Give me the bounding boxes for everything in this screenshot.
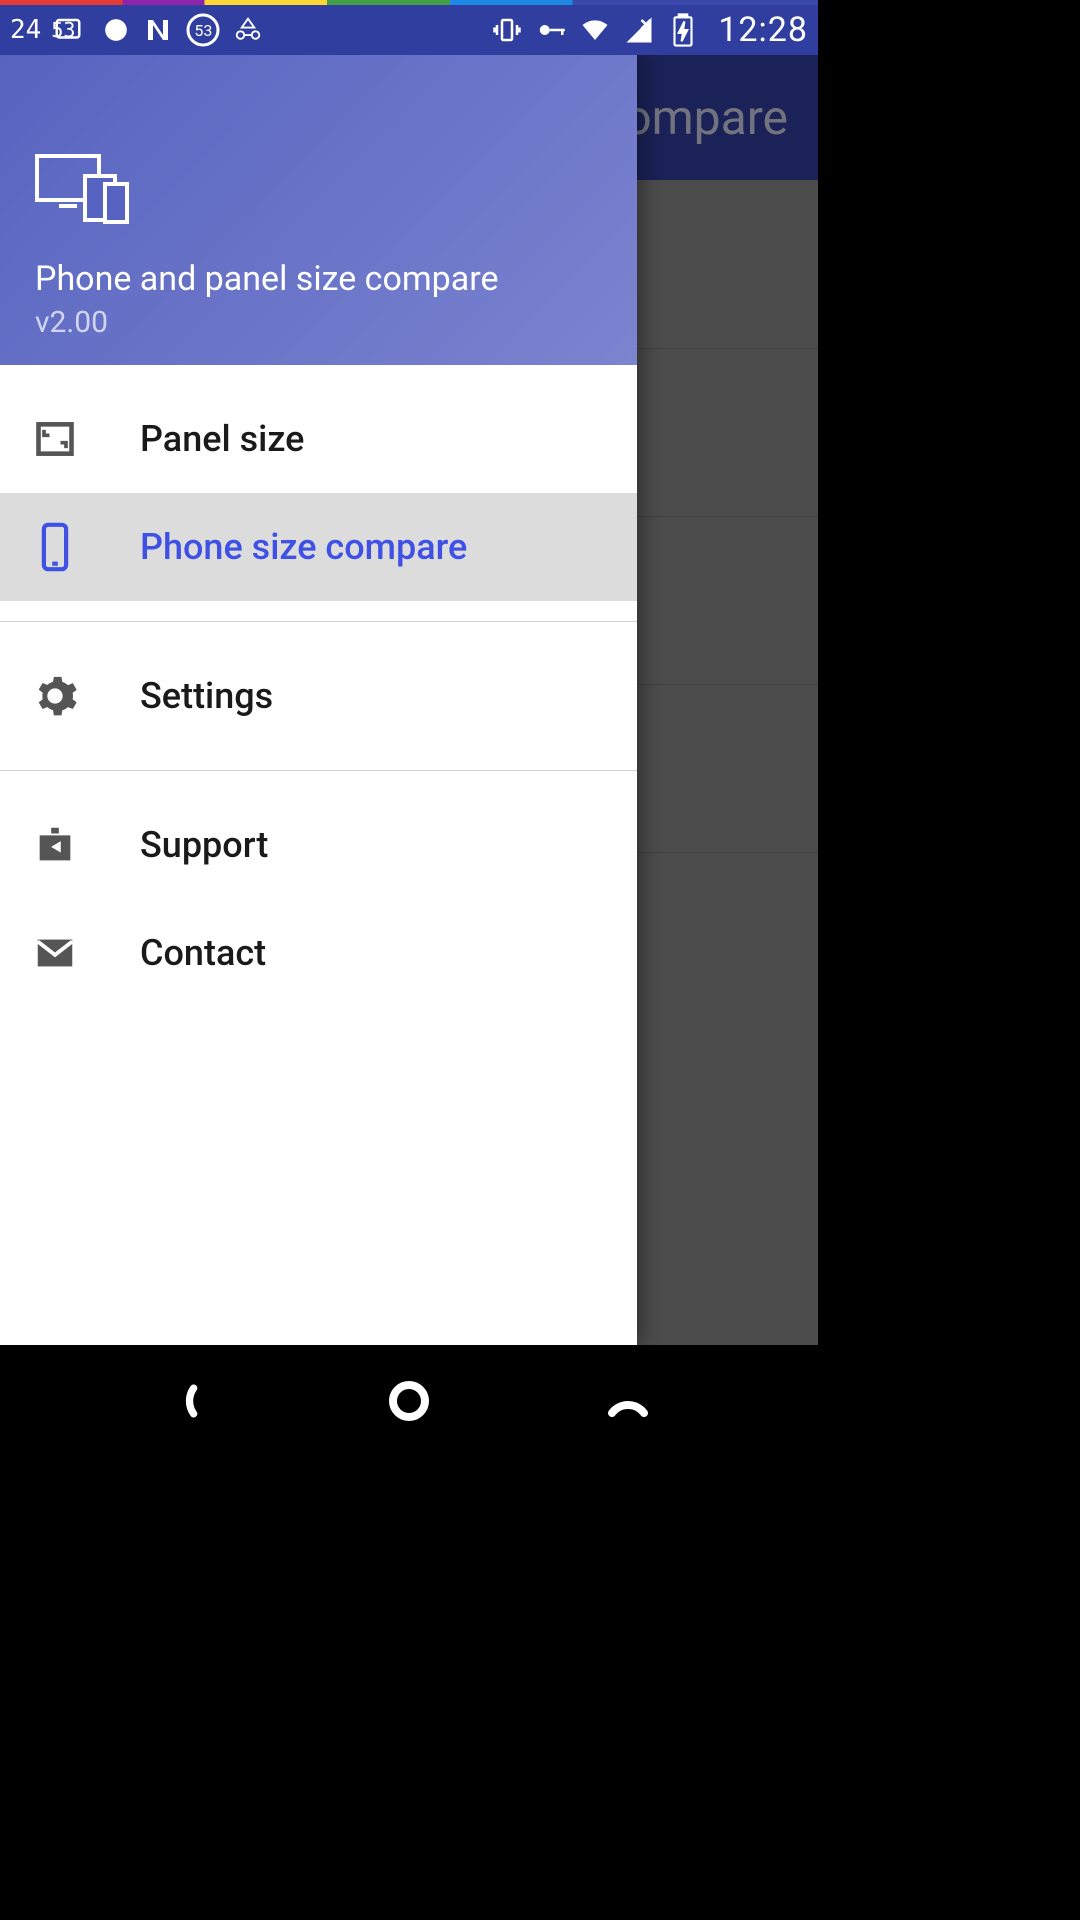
drawer-item-label: Phone size compare (140, 526, 467, 568)
phone-icon (30, 522, 80, 572)
drawer-item-contact[interactable]: Contact (0, 899, 637, 1007)
incognito-icon (233, 15, 263, 45)
drawer-item-settings[interactable]: Settings (0, 642, 637, 750)
drawer-item-label: Settings (140, 675, 273, 717)
n-letter-icon (143, 15, 173, 45)
drawer-header: Phone and panel size compare v2.00 (0, 55, 637, 365)
status-badge-1: 24 (10, 15, 41, 45)
status-bar: 24 53 53 (0, 5, 818, 55)
nav-recents-button[interactable] (598, 1371, 658, 1431)
drawer-title: Phone and panel size compare (35, 259, 602, 299)
key-icon (536, 15, 566, 45)
status-clock: 12:28 (718, 10, 808, 50)
vibrate-icon (492, 15, 522, 45)
status-badge-2: 53 (51, 18, 75, 42)
screen-root: 24 53 53 (0, 0, 818, 1456)
status-right-group: 12:28 (492, 10, 808, 50)
drawer-item-support[interactable]: Support (0, 791, 637, 899)
status-left-group: 24 53 53 (10, 12, 492, 48)
drawer-item-label: Contact (140, 932, 266, 974)
nav-home-button[interactable] (379, 1371, 439, 1431)
status-rainbow-stripe (0, 0, 818, 5)
circle-number-icon: 53 (185, 12, 221, 48)
drawer-list: Panel size Phone size compare (0, 365, 637, 1345)
battery-charging-icon (668, 15, 698, 45)
drawer-item-phone-size-compare[interactable]: Phone size compare (0, 493, 637, 601)
nav-back-button[interactable] (160, 1371, 220, 1431)
app-logo-icon (35, 154, 130, 224)
android-nav-bar (0, 1345, 818, 1456)
support-icon (30, 820, 80, 870)
dot-icon (101, 15, 131, 45)
gear-icon (30, 671, 80, 721)
drawer-item-label: Support (140, 824, 268, 866)
mail-icon (30, 928, 80, 978)
nav-drawer: Phone and panel size compare v2.00 Panel… (0, 55, 637, 1345)
drawer-version: v2.00 (35, 305, 602, 340)
panel-size-icon (30, 414, 80, 464)
drawer-item-panel-size[interactable]: Panel size (0, 385, 637, 493)
signal-icon (624, 15, 654, 45)
wifi-icon (580, 15, 610, 45)
drawer-item-label: Panel size (140, 418, 304, 460)
